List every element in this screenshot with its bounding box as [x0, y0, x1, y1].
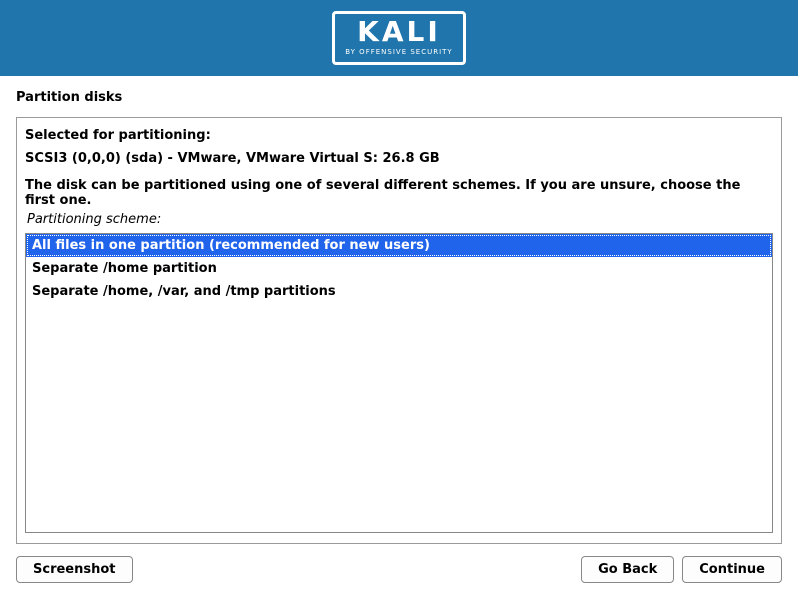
partition-description: The disk can be partitioned using one of… [25, 178, 773, 208]
logo-text: KALI [345, 18, 452, 46]
header-banner: KALI BY OFFENSIVE SECURITY [0, 0, 798, 76]
partitioning-scheme-label: Partitioning scheme: [25, 212, 773, 227]
partitioning-scheme-list[interactable]: All files in one partition (recommended … [25, 233, 773, 533]
continue-button[interactable]: Continue [682, 556, 782, 583]
screenshot-button[interactable]: Screenshot [16, 556, 133, 583]
content-panel: Selected for partitioning: SCSI3 (0,0,0)… [16, 117, 782, 544]
partitioning-option[interactable]: Separate /home partition [26, 257, 772, 280]
partitioning-option[interactable]: Separate /home, /var, and /tmp partition… [26, 280, 772, 303]
logo-subtitle: BY OFFENSIVE SECURITY [345, 48, 452, 56]
disk-info: SCSI3 (0,0,0) (sda) - VMware, VMware Vir… [25, 151, 773, 166]
go-back-button[interactable]: Go Back [581, 556, 674, 583]
button-bar: Screenshot Go Back Continue [0, 544, 798, 599]
partitioning-option[interactable]: All files in one partition (recommended … [26, 234, 772, 257]
selected-for-partitioning-label: Selected for partitioning: [25, 128, 773, 143]
page-title: Partition disks [0, 76, 798, 117]
kali-logo: KALI BY OFFENSIVE SECURITY [332, 11, 465, 65]
